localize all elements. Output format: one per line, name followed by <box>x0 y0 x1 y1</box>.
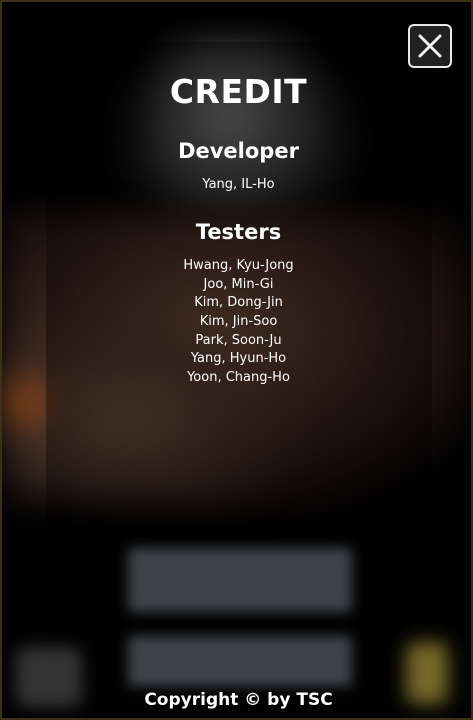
background-menu-button <box>128 548 352 612</box>
copyright-text: Copyright © by TSC <box>144 690 333 710</box>
tester-name: Park, Soon-Ju <box>195 332 282 348</box>
close-button[interactable] <box>408 24 452 68</box>
credits-screen: CREDIT Developer Yang, IL-Ho Testers Hwa… <box>0 0 473 720</box>
tester-name: Hwang, Kyu-Jong <box>183 258 294 273</box>
tester-name: Kim, Jin-Soo <box>199 314 278 330</box>
testers-heading: Testers <box>195 220 282 244</box>
background-menu-button <box>128 636 352 686</box>
developer-name: Yang, IL-Ho <box>202 177 275 192</box>
tester-name: Joo, Min-Gi <box>203 276 274 292</box>
tester-name: Yoon, Chang-Ho <box>187 370 290 386</box>
credits-title: CREDIT <box>169 72 308 111</box>
tester-name: Kim, Dong-Jin <box>194 295 283 311</box>
tester-name: Yang, Hyun-Ho <box>190 351 287 367</box>
developer-heading: Developer <box>178 139 299 163</box>
testers-list: Hwang, Kyu-Jong Joo, Min-Gi Kim, Dong-Ji… <box>2 257 471 388</box>
close-icon <box>418 34 442 58</box>
